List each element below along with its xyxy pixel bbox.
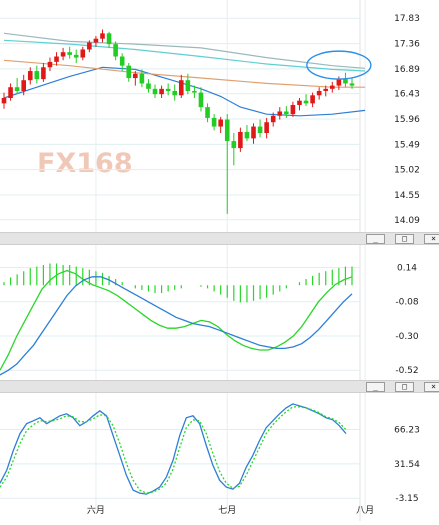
candle-body [21, 80, 26, 91]
panel-divider-2[interactable]: _ □ × [0, 380, 439, 393]
candle-body [343, 79, 348, 84]
moving-average-line-ma_cyan [3, 39, 366, 72]
price-axis-tick-label: 15.49 [394, 140, 420, 150]
candle-body [277, 111, 283, 116]
x-axis-month-label: 七月 [218, 505, 236, 516]
macd-axis-tick-label: -0.08 [395, 298, 419, 308]
price-axis-tick-label: 17.36 [394, 40, 420, 50]
close-button[interactable]: × [424, 382, 439, 392]
price-axis-tick-label: 17.83 [394, 14, 420, 24]
macd-axis-tick-label: 0.14 [397, 263, 417, 273]
candle-body [165, 88, 171, 91]
macd-line-dif [0, 269, 353, 371]
moving-average-line-ma_tan [3, 59, 366, 88]
stoch-axis-tick-label: 31.54 [394, 460, 420, 470]
macd-axis-tick-label: -0.52 [395, 366, 418, 376]
price-axis-tick-label: 16.89 [394, 65, 420, 75]
candle-body [14, 87, 20, 91]
watermark-logo: FX168 [37, 148, 133, 179]
panel-divider-1[interactable]: _ □ × [0, 232, 439, 245]
x-axis-month-label: 六月 [87, 504, 105, 516]
candle-body [172, 90, 178, 96]
candle-body [73, 54, 79, 58]
candle-body [198, 92, 204, 108]
minimize-button[interactable]: _ [366, 382, 385, 392]
candle-body [41, 67, 46, 80]
candle-body [139, 73, 145, 84]
macd-line-dea [0, 276, 353, 376]
candle-body [80, 49, 86, 58]
candle-body [87, 42, 92, 50]
maximize-button[interactable]: □ [395, 234, 414, 244]
candle-body [119, 56, 125, 66]
candle-body [284, 111, 289, 115]
candle-body [185, 80, 191, 91]
candle-body [290, 104, 296, 115]
candle-body [100, 33, 105, 39]
candle-body [27, 71, 33, 81]
candle-body [106, 33, 112, 45]
candle-body [8, 87, 13, 98]
candle-body [60, 52, 66, 57]
candle-body [146, 83, 151, 89]
candle-body [126, 65, 132, 79]
candle-body [316, 90, 322, 96]
candle-body [238, 131, 243, 149]
candle-body [244, 131, 250, 139]
price-axis-tick-label: 14.55 [394, 191, 420, 201]
candle-body [211, 117, 217, 127]
candle-body [34, 71, 40, 80]
candle-body [349, 83, 355, 86]
candle-body [231, 141, 237, 149]
candle-body [93, 38, 99, 43]
candle-body [113, 44, 118, 57]
candle-body [54, 56, 59, 62]
candle-body [178, 80, 184, 96]
stoch-line-k [0, 403, 347, 495]
price-axis-tick-label: 15.02 [394, 166, 420, 176]
candle-body [251, 126, 256, 139]
candle-body [152, 88, 158, 95]
annotation-ellipse [306, 50, 372, 80]
price-axis-tick-label: 14.09 [394, 216, 420, 226]
candle-body [264, 122, 269, 134]
x-axis-month-label: 八月 [356, 505, 374, 516]
candle-body [330, 85, 335, 89]
moving-average-line-ma_gray [3, 32, 366, 69]
chart-svg: FX168 17.83 17.36 16.89 16.43 15.96 15.49 15.0… [0, 0, 420, 521]
candle-body [310, 95, 315, 104]
candle-body [257, 126, 263, 134]
chart-stage: FX168 17.83 17.36 16.89 16.43 15.96 15.49 15.0… [0, 0, 439, 521]
candle-body [67, 52, 72, 55]
candle-body [205, 107, 210, 118]
candle-body [159, 88, 164, 95]
candle-body [47, 61, 53, 68]
candle-body [303, 100, 309, 104]
candle-body [297, 100, 302, 105]
minimize-button[interactable]: _ [366, 234, 385, 244]
price-axis-tick-label: 15.96 [394, 115, 420, 125]
maximize-button[interactable]: □ [395, 382, 414, 392]
stoch-axis-tick-label: -3.15 [395, 494, 418, 504]
stoch-axis-tick-label: 66.23 [394, 425, 420, 435]
candle-body [218, 119, 223, 127]
close-button[interactable]: × [424, 234, 439, 244]
candle-body [133, 73, 138, 79]
candle-body [192, 90, 197, 93]
candle-body [323, 88, 329, 91]
moving-average-line-ma_blue [3, 66, 366, 117]
price-axis-tick-label: 16.43 [394, 90, 420, 100]
candle-body [270, 115, 276, 123]
candle-body [336, 79, 342, 86]
candle-body [1, 97, 7, 104]
candle-body [224, 119, 230, 142]
macd-axis-tick-label: -0.30 [395, 332, 419, 342]
